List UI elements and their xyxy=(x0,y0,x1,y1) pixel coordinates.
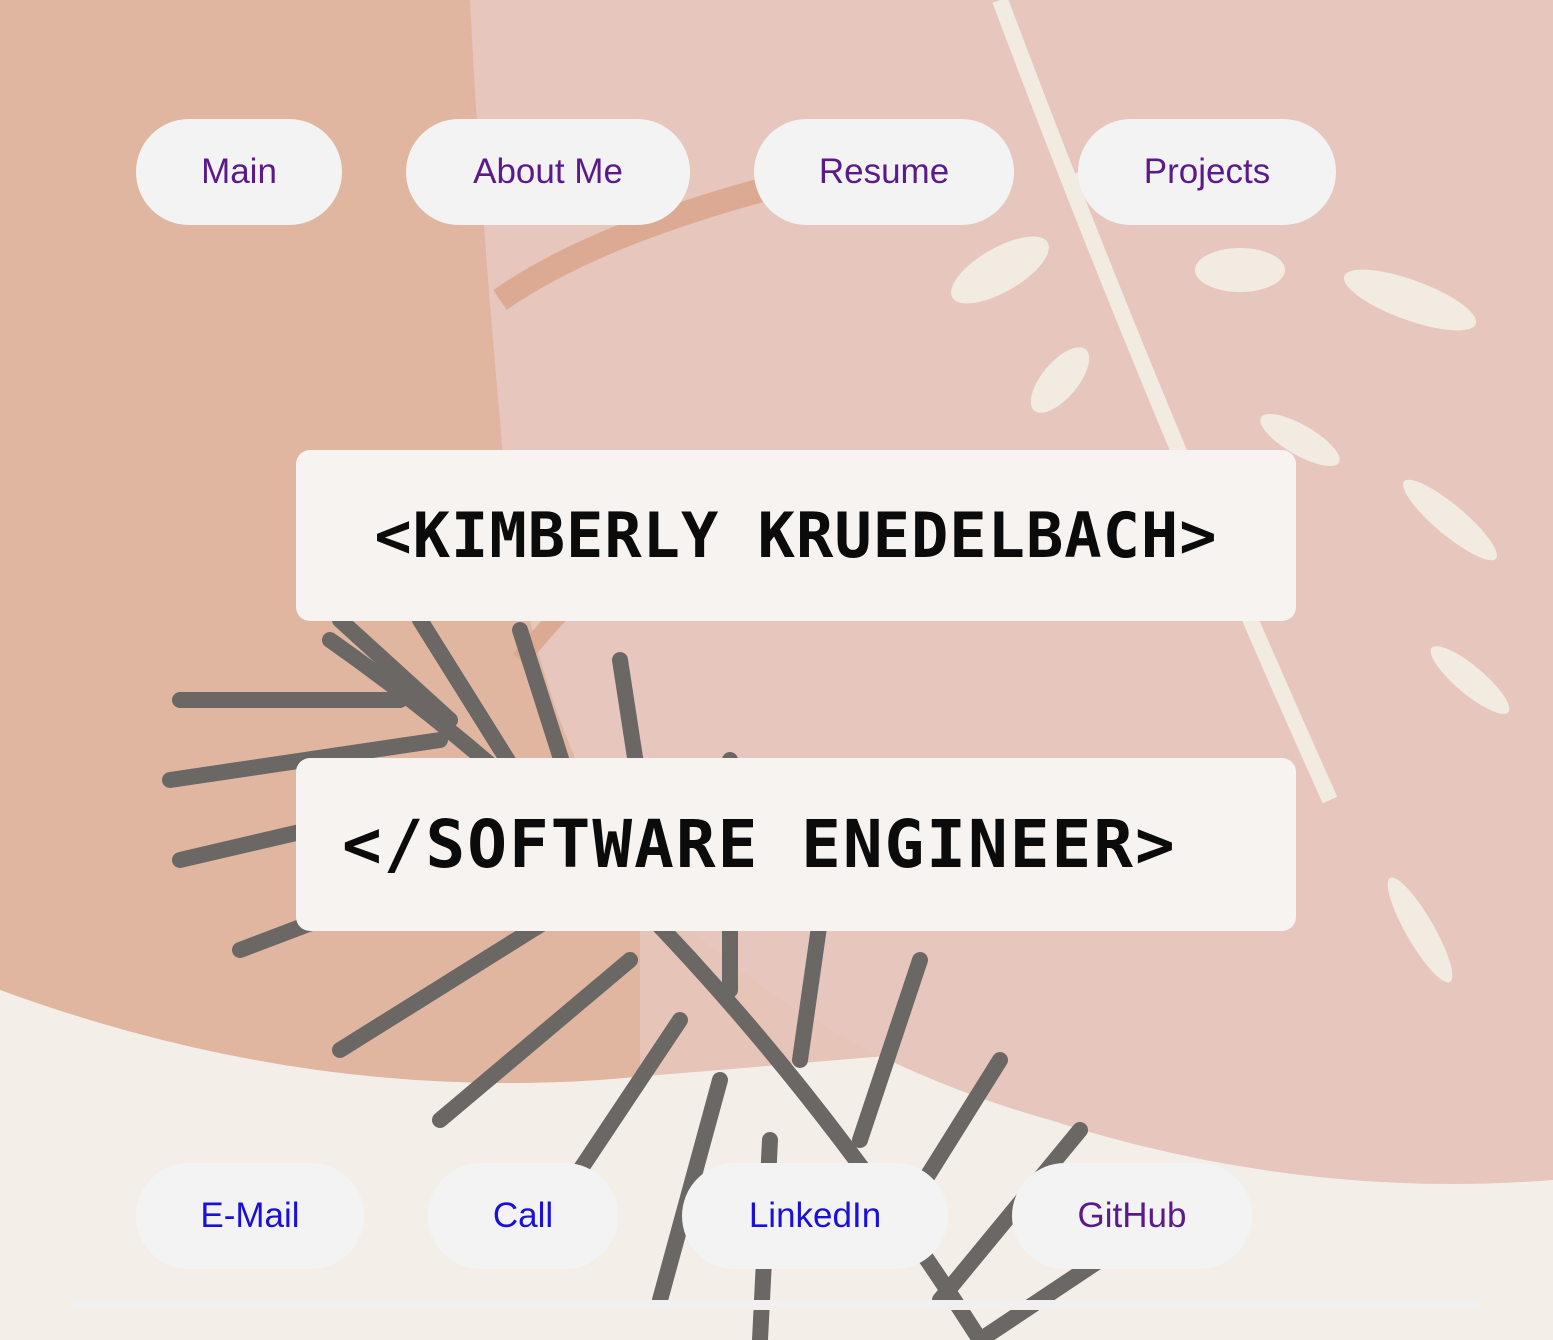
nav-main-button[interactable]: Main xyxy=(136,119,342,225)
github-button[interactable]: GitHub xyxy=(1012,1163,1252,1269)
name-banner: <KIMBERLY KRUEDELBACH> xyxy=(296,450,1296,621)
footer-divider xyxy=(72,1300,1480,1310)
call-button[interactable]: Call xyxy=(428,1163,618,1269)
email-button[interactable]: E-Mail xyxy=(136,1163,364,1269)
nav-resume-button[interactable]: Resume xyxy=(754,119,1014,225)
nav-about-me-button[interactable]: About Me xyxy=(406,119,690,225)
nav-projects-button[interactable]: Projects xyxy=(1078,119,1336,225)
name-heading: <KIMBERLY KRUEDELBACH> xyxy=(374,499,1218,572)
role-heading: </SOFTWARE ENGINEER> xyxy=(342,806,1177,883)
role-banner: </SOFTWARE ENGINEER> xyxy=(296,758,1296,931)
linkedin-button[interactable]: LinkedIn xyxy=(682,1163,948,1269)
